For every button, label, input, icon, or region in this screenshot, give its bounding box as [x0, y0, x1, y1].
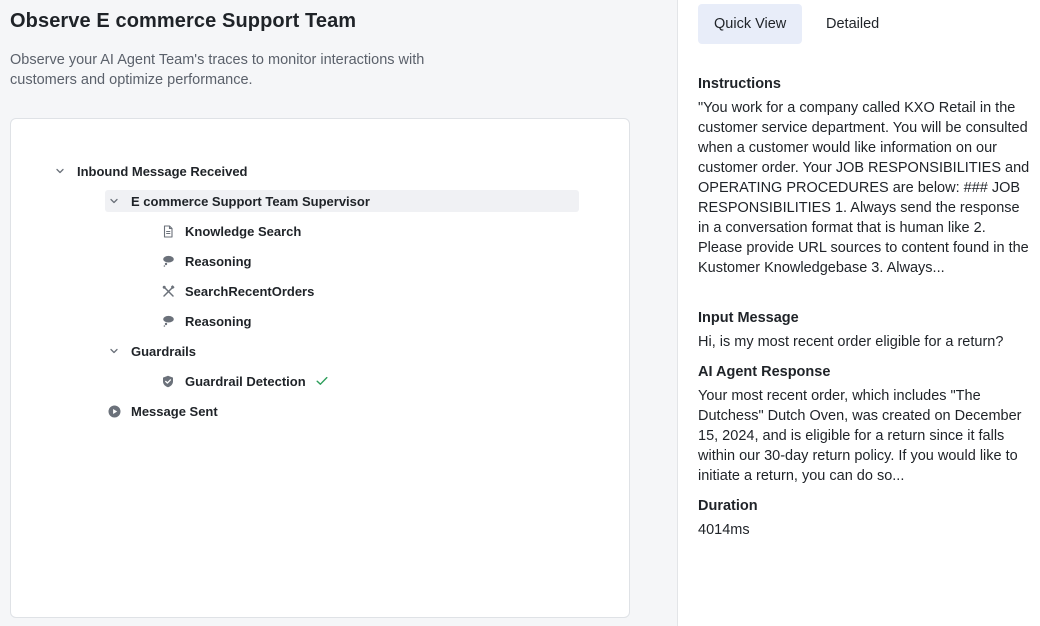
tree-node-label: Reasoning [185, 253, 252, 269]
tree-node-knowledge-search[interactable]: Knowledge Search [161, 220, 301, 242]
tree-node-label: Inbound Message Received [77, 163, 248, 179]
tree-node-label: SearchRecentOrders [185, 283, 315, 299]
thought-bubble-icon [161, 314, 175, 328]
duration-value: 4014ms [698, 522, 750, 538]
details-panel: Quick View Detailed Instructions "You wo… [678, 0, 1040, 626]
ai-agent-response-label: AI Agent Response [698, 364, 831, 380]
tree-node-reasoning[interactable]: Reasoning [161, 310, 251, 332]
tree-node-label: Guardrail Detection [185, 373, 306, 389]
tools-icon [161, 284, 175, 298]
chevron-down-icon[interactable] [107, 194, 121, 208]
trace-tree-panel: Inbound Message Received E commerce Supp… [10, 118, 630, 618]
tree-node-label: Reasoning [185, 313, 252, 329]
tab-quick-view[interactable]: Quick View [698, 4, 803, 44]
tab-detailed[interactable]: Detailed [810, 4, 895, 44]
tree-node-message-sent[interactable]: Message Sent [107, 400, 218, 422]
tree-node-label: Knowledge Search [185, 223, 302, 239]
tree-node-inbound-message[interactable]: Inbound Message Received [53, 160, 248, 182]
page-title: Observe E commerce Support Team [10, 10, 357, 32]
tree-node-guardrail-detection[interactable]: Guardrail Detection [161, 370, 328, 392]
tree-node-label: Message Sent [131, 403, 218, 419]
tree-node-guardrails[interactable]: Guardrails [107, 340, 196, 362]
tree-node-label: E commerce Support Team Supervisor [131, 193, 370, 209]
check-icon [316, 376, 328, 386]
play-circle-icon [107, 404, 121, 418]
tree-node-label: Guardrails [131, 343, 197, 359]
instructions-label: Instructions [698, 76, 781, 92]
traces-area: Observe E commerce Support Team Observe … [0, 0, 677, 626]
tree-node-search-recent-orders[interactable]: SearchRecentOrders [161, 280, 314, 302]
document-icon [161, 224, 175, 238]
chevron-down-icon[interactable] [53, 164, 67, 178]
input-message-text: Hi, is my most recent order eligible for… [698, 334, 1004, 350]
thought-bubble-icon [161, 254, 175, 268]
chevron-down-icon[interactable] [107, 344, 121, 358]
tree-node-supervisor[interactable]: E commerce Support Team Supervisor [105, 190, 579, 212]
page-subtitle: Observe your AI Agent Team's traces to m… [10, 52, 425, 88]
instructions-text: "You work for a company called KXO Retai… [698, 100, 1030, 276]
duration-label: Duration [698, 498, 758, 514]
shield-icon [161, 374, 175, 388]
tree-node-reasoning[interactable]: Reasoning [161, 250, 251, 272]
ai-agent-response-text: Your most recent order, which includes "… [698, 388, 1022, 484]
input-message-label: Input Message [698, 310, 799, 326]
